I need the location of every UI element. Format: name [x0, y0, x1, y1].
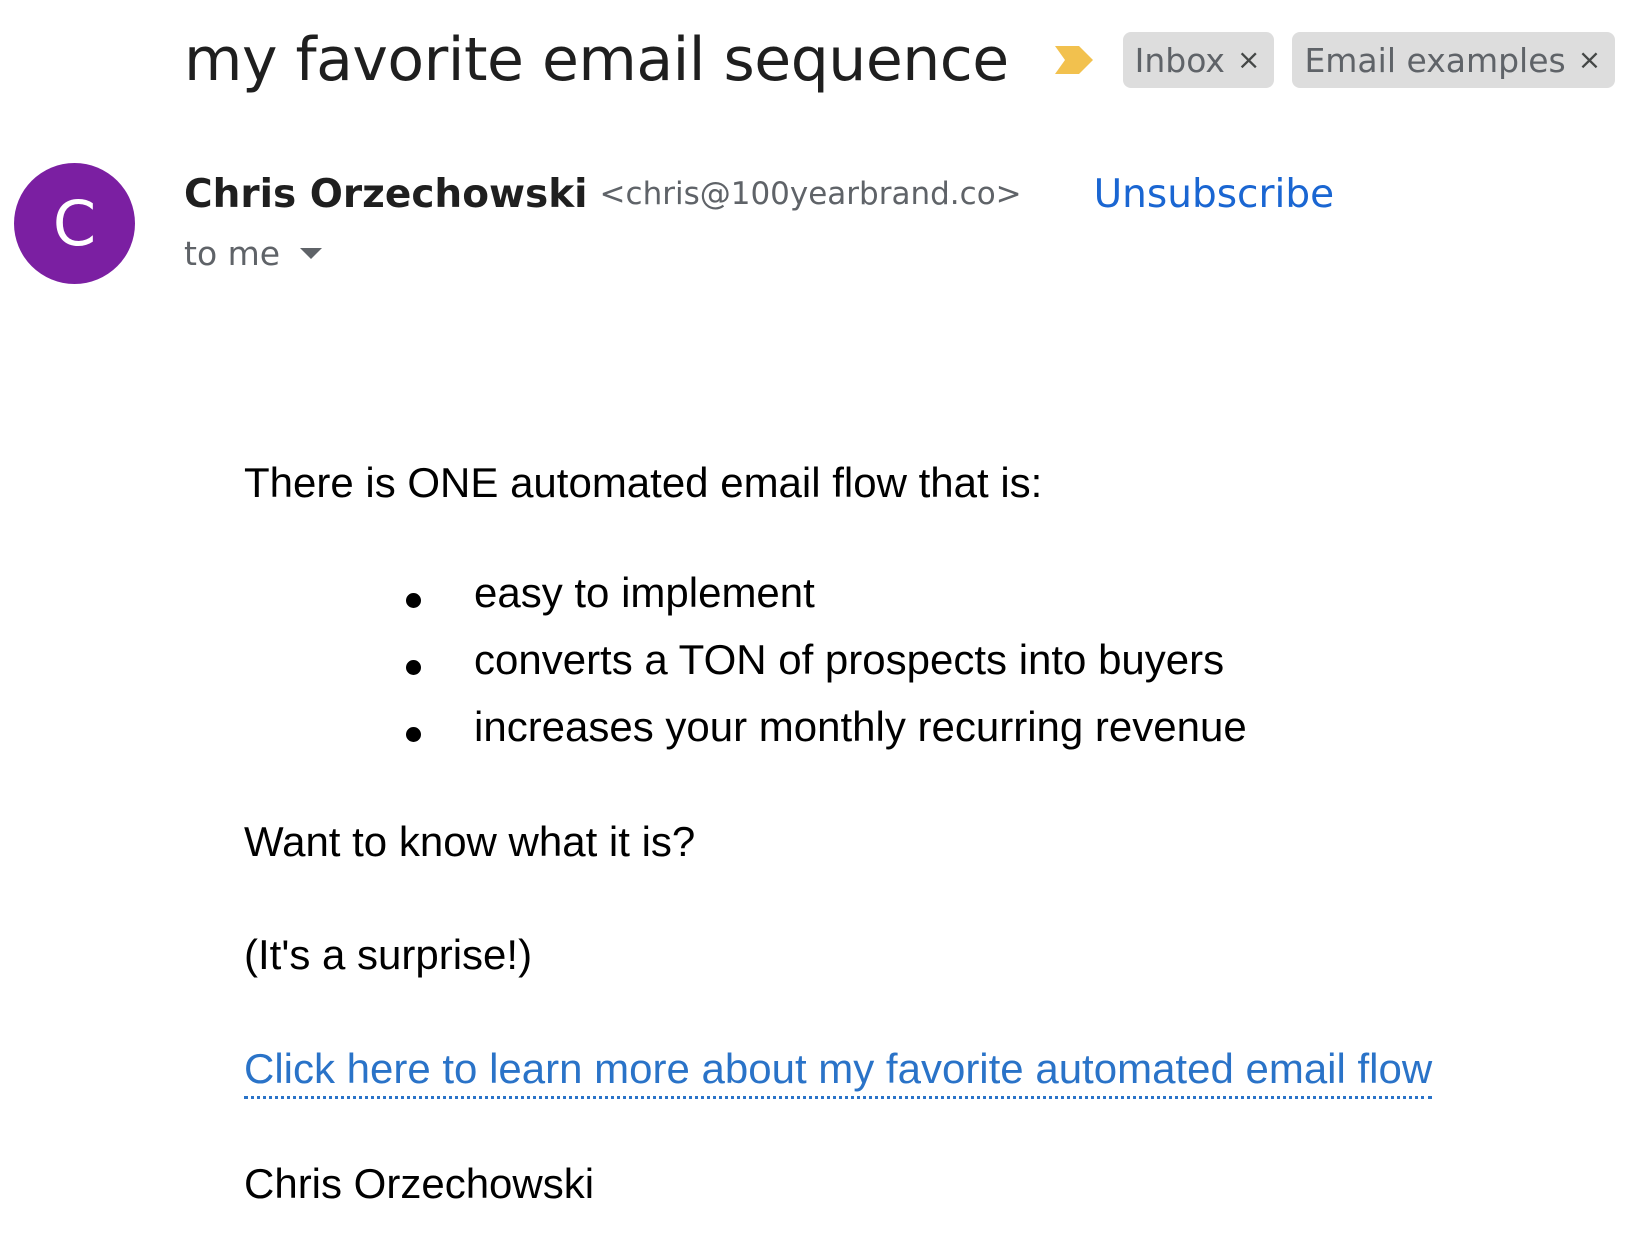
remove-label-icon[interactable]: × — [1578, 46, 1601, 74]
list-item: easy to implement — [406, 569, 1247, 636]
label-chip-text: Email examples — [1304, 40, 1566, 80]
bullet-icon — [406, 660, 421, 675]
unsubscribe-link[interactable]: Unsubscribe — [1094, 172, 1334, 217]
learn-more-link[interactable]: Click here to learn more about my favori… — [244, 1044, 1433, 1100]
sender-avatar[interactable]: C — [14, 163, 135, 284]
body-aside: (It's a surprise!) — [244, 931, 533, 978]
bullet-icon — [406, 593, 421, 608]
remove-label-icon[interactable]: × — [1237, 46, 1260, 74]
sender-name[interactable]: Chris Orzechowski — [184, 172, 588, 217]
email-subject: my favorite email sequence — [184, 25, 1009, 95]
body-question: Want to know what it is? — [244, 818, 696, 865]
label-chip-text: Inbox — [1134, 40, 1225, 80]
subject-row: my favorite email sequence Inbox × Email… — [184, 18, 1630, 102]
list-item: converts a TON of prospects into buyers — [406, 636, 1247, 703]
list-item: increases your monthly recurring revenue — [406, 703, 1247, 770]
list-item-text: easy to implement — [474, 569, 815, 616]
recipient-details[interactable]: to me — [184, 228, 323, 278]
sender-row: Chris Orzechowski <chris@100yearbrand.co… — [184, 166, 1334, 222]
bullet-icon — [406, 727, 421, 742]
importance-marker-icon[interactable] — [1053, 44, 1095, 76]
label-chip-email-examples: Email examples × — [1292, 32, 1616, 88]
body-intro: There is ONE automated email flow that i… — [244, 459, 1043, 506]
sender-email: <chris@100yearbrand.co> — [599, 176, 1022, 212]
chevron-down-icon[interactable] — [300, 247, 323, 259]
label-chip-inbox: Inbox × — [1122, 32, 1275, 88]
list-item-text: converts a TON of prospects into buyers — [474, 636, 1225, 683]
benefit-list: easy to implement converts a TON of pros… — [406, 569, 1247, 770]
list-item-text: increases your monthly recurring revenue — [474, 703, 1247, 750]
recipient-label: to me — [184, 233, 281, 273]
signature: Chris Orzechowski — [244, 1160, 595, 1207]
